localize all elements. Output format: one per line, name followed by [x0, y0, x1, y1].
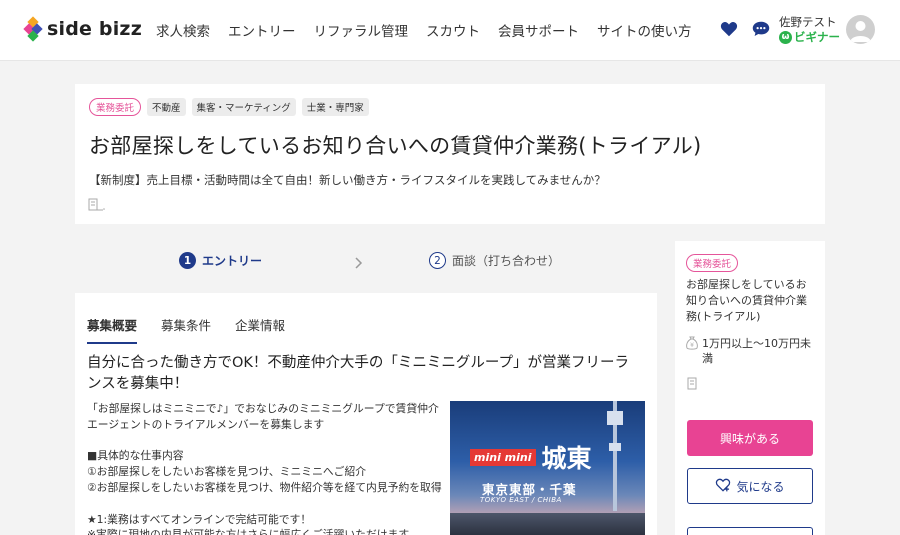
tab-conditions[interactable]: 募集条件	[161, 315, 211, 344]
step-label: 面談（打ち合わせ）	[452, 254, 561, 268]
tag-contract-type: 業務委託	[686, 254, 739, 272]
site-logo[interactable]: side bizz	[23, 16, 142, 42]
favorite-button[interactable]: 気になる	[687, 468, 813, 504]
rank-badge-icon: ω	[779, 31, 792, 44]
skytree-graphic	[607, 401, 623, 511]
nav-member-support[interactable]: 会員サポート	[498, 20, 579, 40]
step-number: 1	[179, 252, 196, 269]
logo-text: side bizz	[47, 18, 142, 40]
step-label: エントリー	[202, 254, 263, 268]
svg-text:¥: ¥	[690, 342, 694, 349]
header-icons	[720, 20, 770, 41]
step-entry: 1 エントリー	[179, 252, 262, 269]
job-detail-panel: 募集概要 募集条件 企業情報 自分に合った働き方でOK！不動産仲介大手の「ミニミ…	[75, 293, 657, 535]
user-rank: ω ビギナー	[779, 30, 840, 45]
banner-area-en: TOKYO EAST / CHIBA	[480, 496, 562, 504]
tag-category: 士業・専門家	[301, 98, 369, 116]
chevron-right-icon	[355, 254, 363, 273]
tab-company-info[interactable]: 企業情報	[235, 315, 285, 344]
chat-icon[interactable]	[752, 20, 770, 41]
step-interview: 2 面談（打ち合わせ）	[429, 252, 560, 269]
salary-range: ¥ 1万円以上〜10万円未満	[686, 336, 816, 366]
user-info[interactable]: 佐野テスト ω ビギナー	[779, 15, 840, 45]
step-number: 2	[429, 252, 446, 269]
salary-text: 1万円以上〜10万円未満	[702, 337, 811, 365]
tag-category: 集客・マーケティング	[191, 98, 296, 116]
money-bag-icon: ¥	[686, 336, 698, 366]
job-summary-sidebar: 業務委託 お部屋探しをしているお知り合いへの賃貸仲介業務(トライアル) ¥ 1万…	[675, 241, 825, 535]
brand-area: 城東	[541, 444, 592, 473]
user-avatar-icon	[850, 21, 871, 42]
brand-logo: mini mini	[470, 448, 536, 466]
nav-job-search[interactable]: 求人検索	[156, 20, 210, 40]
job-subtitle: 【新制度】売上目標・活動時間は全て自由！新しい働き方・ライフスタイルを実践してみ…	[89, 173, 606, 187]
city-skyline-graphic	[450, 513, 645, 535]
user-rank-label: ビギナー	[794, 30, 840, 44]
user-name: 佐野テスト	[779, 15, 837, 29]
job-headline: 自分に合った働き方でOK！不動産仲介大手の「ミニミニグループ」が営業フリーランス…	[87, 355, 630, 392]
logo-mark-icon	[23, 16, 43, 42]
job-header-card: 業務委託 不動産 集客・マーケティング 士業・専門家 お部屋探しをしているお知り…	[75, 84, 825, 224]
favorite-button-label: 気になる	[736, 479, 785, 494]
site-header: side bizz 求人検索 エントリー リファラル管理 スカウト 会員サポート…	[0, 0, 900, 61]
detail-tabs: 募集概要 募集条件 企業情報	[87, 315, 285, 344]
company-banner-image: mini mini 城東 東京東部・千葉 TOKYO EAST / CHIBA	[450, 401, 645, 535]
secondary-action-button[interactable]	[687, 527, 813, 535]
avatar[interactable]	[846, 15, 875, 44]
entry-stepper: 1 エントリー 2 面談（打ち合わせ）	[75, 242, 657, 282]
main-nav: 求人検索 エントリー リファラル管理 スカウト 会員サポート サイトの使い方	[156, 20, 692, 40]
nav-how-to-use[interactable]: サイトの使い方	[597, 20, 692, 40]
job-title: お部屋探しをしているお知り合いへの賃貸仲介業務(トライアル)	[89, 134, 702, 158]
heart-icon[interactable]	[720, 21, 738, 41]
tag-category: 不動産	[147, 98, 186, 116]
building-icon	[87, 196, 105, 215]
nav-entry[interactable]: エントリー	[228, 20, 296, 40]
tab-overview[interactable]: 募集概要	[87, 315, 138, 344]
building-icon	[686, 375, 700, 394]
interest-button[interactable]: 興味がある	[687, 420, 813, 456]
tag-contract-type: 業務委託	[89, 98, 142, 116]
banner-brand: mini mini 城東	[470, 439, 592, 475]
job-description: 「お部屋探しはミニミニで♪」でおなじみのミニミニグループで賃貸仲介エージェントの…	[87, 402, 442, 535]
side-job-title: お部屋探しをしているお知り合いへの賃貸仲介業務(トライアル)	[686, 278, 807, 323]
job-tags: 業務委託 不動産 集客・マーケティング 士業・専門家	[89, 98, 369, 116]
nav-scout[interactable]: スカウト	[426, 20, 480, 40]
heart-plus-icon	[715, 478, 731, 495]
nav-referral[interactable]: リファラル管理	[314, 20, 409, 40]
